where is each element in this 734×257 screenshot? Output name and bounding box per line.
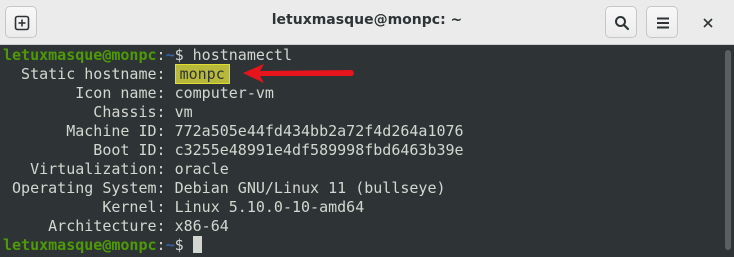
row-value: Debian GNU/Linux 11 (bullseye)	[174, 179, 446, 197]
output-row-virtualization: Virtualization: oracle	[3, 160, 722, 179]
close-icon	[703, 18, 713, 28]
row-value: 772a505e44fd434bb2a72f4d264a1076	[174, 122, 464, 140]
prompt-symbol: $	[174, 236, 193, 254]
row-label: Operating System:	[3, 179, 175, 197]
output-row-boot-id: Boot ID: c3255e48991e4df589998fbd6463b39…	[3, 141, 722, 160]
scrollbar[interactable]	[722, 46, 734, 257]
prompt-path: ~	[165, 46, 175, 64]
row-label: Static hostname:	[3, 65, 175, 83]
output-row-icon-name: Icon name: computer-vm	[3, 84, 722, 103]
hostname-value-highlighted: monpc	[174, 64, 230, 84]
terminal-output[interactable]: letuxmasque@monpc:~$ hostnamectl Static …	[0, 46, 722, 257]
search-button[interactable]	[605, 6, 637, 38]
output-row-architecture: Architecture: x86-64	[3, 217, 722, 236]
row-label: Architecture:	[3, 217, 175, 235]
title-bar: letuxmasque@monpc: ~	[0, 0, 734, 45]
row-label: Icon name:	[3, 84, 175, 102]
prompt-path: ~	[165, 236, 175, 254]
row-label: Kernel:	[3, 198, 175, 216]
search-icon	[615, 16, 630, 31]
row-value: c3255e48991e4df589998fbd6463b39e	[174, 141, 464, 159]
prompt-separator: :	[156, 236, 166, 254]
output-row-chassis: Chassis: vm	[3, 103, 722, 122]
terminal-window: letuxmasque@monpc: ~ letuxmasque@monpc:~…	[0, 0, 734, 257]
scrollbar-thumb[interactable]	[725, 50, 731, 250]
row-value: oracle	[174, 160, 229, 178]
text-cursor	[192, 236, 202, 253]
hamburger-menu-icon	[657, 17, 669, 29]
command-line: letuxmasque@monpc:~$ hostnamectl	[3, 46, 722, 65]
output-row-machine-id: Machine ID: 772a505e44fd434bb2a72f4d264a…	[3, 122, 722, 141]
row-label: Virtualization:	[3, 160, 175, 178]
prompt-user-host: letuxmasque@monpc	[3, 236, 157, 254]
row-value: Linux 5.10.0-10-amd64	[174, 198, 365, 216]
row-label: Chassis:	[3, 103, 175, 121]
output-row-kernel: Kernel: Linux 5.10.0-10-amd64	[3, 198, 722, 217]
close-button[interactable]	[695, 10, 721, 36]
prompt-separator: :	[156, 46, 166, 64]
output-row-static-hostname: Static hostname: monpc	[3, 64, 722, 84]
prompt-symbol: $	[174, 46, 184, 64]
row-value: x86-64	[174, 217, 229, 235]
row-value: vm	[174, 103, 193, 121]
prompt-user-host: letuxmasque@monpc	[3, 46, 157, 64]
output-row-operating-system: Operating System: Debian GNU/Linux 11 (b…	[3, 179, 722, 198]
menu-button[interactable]	[646, 6, 678, 38]
row-label: Machine ID:	[3, 122, 175, 140]
row-label: Boot ID:	[3, 141, 175, 159]
final-prompt-line: letuxmasque@monpc:~$	[3, 236, 722, 255]
red-arrow-icon	[243, 64, 354, 83]
